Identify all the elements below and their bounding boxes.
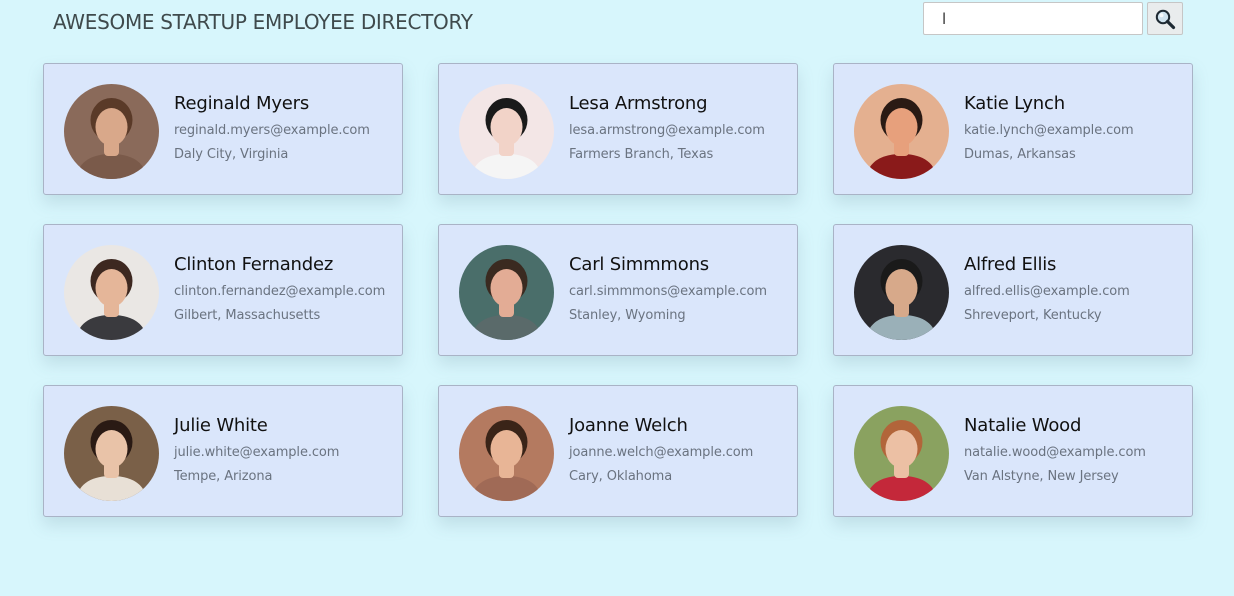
- employee-name: Clinton Fernandez: [174, 254, 334, 275]
- avatar: [854, 245, 949, 340]
- search-button[interactable]: [1147, 2, 1183, 35]
- employee-location: Farmers Branch, Texas: [569, 147, 714, 162]
- employee-location: Tempe, Arizona: [174, 469, 273, 484]
- avatar-photo: [459, 406, 554, 501]
- employee-email: joanne.welch@example.com: [569, 445, 754, 460]
- page-title: AWESOME STARTUP EMPLOYEE DIRECTORY: [53, 10, 473, 34]
- employee-card[interactable]: Katie Lynch katie.lynch@example.com Duma…: [833, 63, 1193, 195]
- employee-name: Natalie Wood: [964, 415, 1082, 436]
- employee-location: Dumas, Arkansas: [964, 147, 1076, 162]
- employee-card[interactable]: Reginald Myers reginald.myers@example.co…: [43, 63, 403, 195]
- employee-name: Reginald Myers: [174, 93, 310, 114]
- search-input[interactable]: [923, 2, 1143, 35]
- employee-location: Gilbert, Massachusetts: [174, 308, 321, 323]
- employee-email: reginald.myers@example.com: [174, 123, 370, 138]
- avatar-photo: [854, 406, 949, 501]
- employee-name: Carl Simmmons: [569, 254, 709, 275]
- employee-name: Lesa Armstrong: [569, 93, 708, 114]
- avatar-photo: [854, 245, 949, 340]
- employee-name: Alfred Ellis: [964, 254, 1057, 275]
- avatar-photo: [854, 84, 949, 179]
- avatar-photo: [64, 84, 159, 179]
- avatar: [459, 406, 554, 501]
- avatar-photo: [459, 84, 554, 179]
- employee-name: Julie White: [174, 415, 268, 436]
- avatar-photo: [64, 245, 159, 340]
- employee-card[interactable]: Natalie Wood natalie.wood@example.com Va…: [833, 385, 1193, 517]
- employee-name: Katie Lynch: [964, 93, 1065, 114]
- employee-email: julie.white@example.com: [174, 445, 340, 460]
- magnifier-icon: [1155, 9, 1176, 29]
- employee-location: Daly City, Virginia: [174, 147, 289, 162]
- employee-email: clinton.fernandez@example.com: [174, 284, 386, 299]
- employee-location: Van Alstyne, New Jersey: [964, 469, 1119, 484]
- employee-card[interactable]: Julie White julie.white@example.com Temp…: [43, 385, 403, 517]
- employee-email: lesa.armstrong@example.com: [569, 123, 765, 138]
- employee-card[interactable]: Clinton Fernandez clinton.fernandez@exam…: [43, 224, 403, 356]
- employee-email: katie.lynch@example.com: [964, 123, 1134, 138]
- employee-name: Joanne Welch: [569, 415, 688, 436]
- employee-card[interactable]: Joanne Welch joanne.welch@example.com Ca…: [438, 385, 798, 517]
- avatar: [459, 84, 554, 179]
- avatar: [64, 245, 159, 340]
- employee-location: Cary, Oklahoma: [569, 469, 673, 484]
- avatar: [854, 84, 949, 179]
- employee-location: Shreveport, Kentucky: [964, 308, 1102, 323]
- avatar: [64, 406, 159, 501]
- employee-email: alfred.ellis@example.com: [964, 284, 1130, 299]
- avatar: [854, 406, 949, 501]
- employee-email: natalie.wood@example.com: [964, 445, 1146, 460]
- employee-location: Stanley, Wyoming: [569, 308, 686, 323]
- employee-card[interactable]: Lesa Armstrong lesa.armstrong@example.co…: [438, 63, 798, 195]
- employee-grid: Reginald Myers reginald.myers@example.co…: [43, 63, 1193, 517]
- employee-card[interactable]: Carl Simmmons carl.simmmons@example.com …: [438, 224, 798, 356]
- avatar: [64, 84, 159, 179]
- avatar-photo: [459, 245, 554, 340]
- employee-email: carl.simmmons@example.com: [569, 284, 767, 299]
- avatar-photo: [64, 406, 159, 501]
- avatar: [459, 245, 554, 340]
- employee-card[interactable]: Alfred Ellis alfred.ellis@example.com Sh…: [833, 224, 1193, 356]
